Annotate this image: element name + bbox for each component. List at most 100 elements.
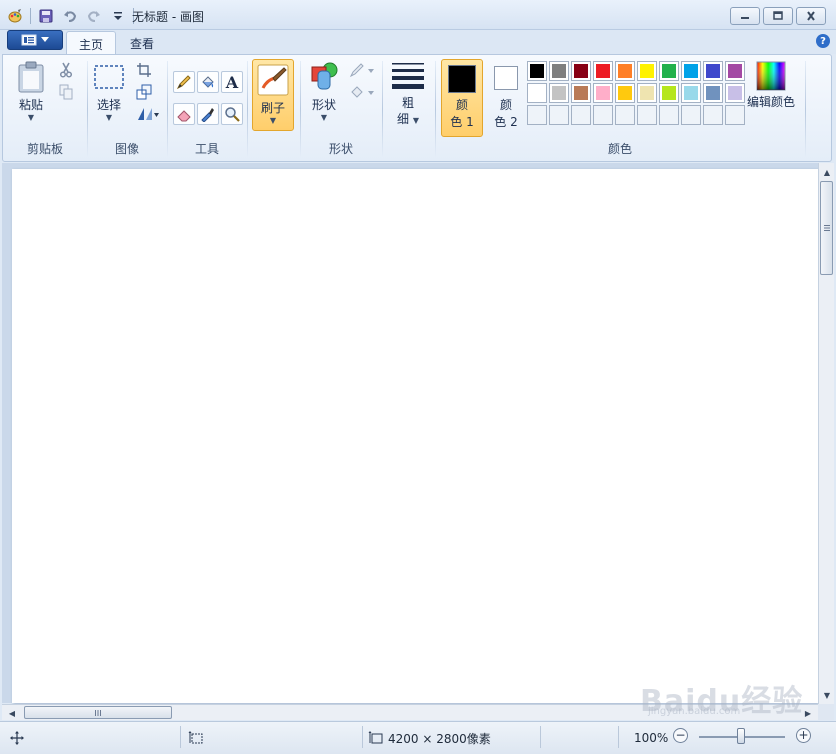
- scroll-down-icon[interactable]: ▼: [819, 687, 835, 703]
- palette-swatch-empty[interactable]: [571, 105, 591, 125]
- color1-swatch: [448, 65, 476, 93]
- customize-dropdown-icon[interactable]: [109, 7, 127, 25]
- group-divider: [382, 61, 383, 157]
- palette-swatch-fill: [684, 86, 698, 100]
- palette-swatch[interactable]: [571, 61, 591, 81]
- close-button[interactable]: [796, 7, 826, 25]
- fill-icon[interactable]: [348, 83, 376, 101]
- vertical-scroll-thumb[interactable]: [820, 181, 833, 275]
- resize-icon[interactable]: [135, 83, 153, 101]
- size-label-line2: 细 ▼: [397, 112, 419, 126]
- drawing-canvas[interactable]: [12, 169, 818, 703]
- color2-button[interactable]: 颜 色 2: [487, 59, 525, 137]
- palette-swatch-empty[interactable]: [549, 105, 569, 125]
- brushes-button[interactable]: 刷子 ▼: [252, 59, 294, 131]
- help-icon[interactable]: ?: [816, 34, 830, 48]
- save-icon[interactable]: [37, 7, 55, 25]
- rotate-icon[interactable]: [135, 105, 161, 123]
- eraser-icon[interactable]: [173, 103, 195, 125]
- restore-icon: [773, 11, 783, 20]
- color1-button[interactable]: 颜 色 1: [441, 59, 483, 137]
- palette-swatch-empty[interactable]: [681, 105, 701, 125]
- outline-icon[interactable]: [348, 61, 376, 79]
- crop-icon[interactable]: [135, 61, 153, 79]
- palette-swatch[interactable]: [549, 61, 569, 81]
- image-size-text: 4200 × 2800像素: [388, 731, 491, 746]
- color-picker-icon[interactable]: [197, 103, 219, 125]
- palette-swatch[interactable]: [725, 61, 745, 81]
- palette-swatch[interactable]: [527, 61, 547, 81]
- pencil-icon[interactable]: [173, 71, 195, 93]
- palette-swatch[interactable]: [527, 83, 547, 103]
- paint-app-icon[interactable]: [6, 7, 24, 25]
- selection-size-icon: [188, 731, 203, 744]
- scroll-left-icon[interactable]: ◀: [4, 705, 20, 721]
- tab-view[interactable]: 查看: [118, 31, 166, 54]
- palette-swatch[interactable]: [571, 83, 591, 103]
- edit-colors-button[interactable]: 编辑颜色: [747, 61, 795, 110]
- copy-icon[interactable]: [57, 83, 75, 101]
- size-label-line1: 粗: [401, 96, 414, 110]
- tab-home[interactable]: 主页: [66, 31, 117, 54]
- select-button[interactable]: 选择 ▼: [93, 61, 125, 122]
- palette-swatch[interactable]: [637, 61, 657, 81]
- horizontal-scroll-thumb[interactable]: [24, 706, 172, 719]
- palette-swatch-empty[interactable]: [637, 105, 657, 125]
- clipboard-group: 粘贴 ▼ 剪贴板: [3, 55, 87, 161]
- palette-swatch-empty[interactable]: [659, 105, 679, 125]
- group-divider: [805, 61, 806, 157]
- paint-menu-button[interactable]: [7, 30, 63, 50]
- clipboard-group-label: 剪贴板: [26, 142, 63, 156]
- shapes-icon: [311, 62, 338, 90]
- undo-icon[interactable]: [61, 7, 79, 25]
- palette-swatch-fill: [618, 64, 632, 78]
- scroll-up-icon[interactable]: ▲: [819, 164, 835, 180]
- palette-swatch[interactable]: [615, 61, 635, 81]
- palette-swatch[interactable]: [725, 83, 745, 103]
- palette-swatch-fill: [640, 86, 654, 100]
- color-spectrum-icon: [756, 61, 786, 91]
- palette-swatch-empty[interactable]: [703, 105, 723, 125]
- shapes-button[interactable]: 形状 ▼: [308, 61, 340, 122]
- menu-icon: [21, 34, 37, 46]
- image-size-icon: [368, 731, 383, 744]
- palette-swatch[interactable]: [615, 83, 635, 103]
- restore-button[interactable]: [763, 7, 793, 25]
- palette-swatch[interactable]: [549, 83, 569, 103]
- zoom-in-button[interactable]: +: [796, 728, 811, 743]
- palette-swatch-empty[interactable]: [593, 105, 613, 125]
- palette-swatch[interactable]: [659, 61, 679, 81]
- status-bar: 4200 × 2800像素 100% − +: [0, 721, 836, 754]
- zoom-level: 100%: [634, 731, 669, 745]
- text-tool-icon[interactable]: A: [221, 71, 243, 93]
- palette-swatch[interactable]: [593, 61, 613, 81]
- redo-icon[interactable]: [85, 7, 103, 25]
- zoom-slider-thumb[interactable]: [737, 728, 745, 744]
- palette-swatch[interactable]: [681, 61, 701, 81]
- palette-swatch[interactable]: [703, 61, 723, 81]
- cut-icon[interactable]: [57, 61, 75, 79]
- image-size: 4200 × 2800像素: [368, 728, 491, 748]
- magnifier-icon[interactable]: [221, 103, 243, 125]
- minimize-button[interactable]: [730, 7, 760, 25]
- image-group-label: 图像: [114, 142, 139, 156]
- status-divider: [618, 726, 619, 748]
- group-divider: [247, 61, 248, 157]
- grip-icon: [95, 709, 101, 716]
- palette-swatch-empty[interactable]: [725, 105, 745, 125]
- vertical-scrollbar[interactable]: ▲ ▼: [818, 163, 834, 704]
- palette-swatch-fill: [530, 64, 544, 78]
- palette-swatch[interactable]: [593, 83, 613, 103]
- palette-swatch[interactable]: [681, 83, 701, 103]
- paste-button[interactable]: 粘贴 ▼: [17, 61, 45, 122]
- palette-swatch[interactable]: [659, 83, 679, 103]
- palette-swatch[interactable]: [637, 83, 657, 103]
- palette-swatch-fill: [574, 86, 588, 100]
- fill-bucket-icon[interactable]: [197, 71, 219, 93]
- palette-swatch[interactable]: [703, 83, 723, 103]
- size-button[interactable]: 粗 细 ▼: [391, 61, 425, 129]
- palette-swatch-empty[interactable]: [615, 105, 635, 125]
- brush-icon: [257, 64, 289, 96]
- zoom-out-button[interactable]: −: [673, 728, 688, 743]
- palette-swatch-empty[interactable]: [527, 105, 547, 125]
